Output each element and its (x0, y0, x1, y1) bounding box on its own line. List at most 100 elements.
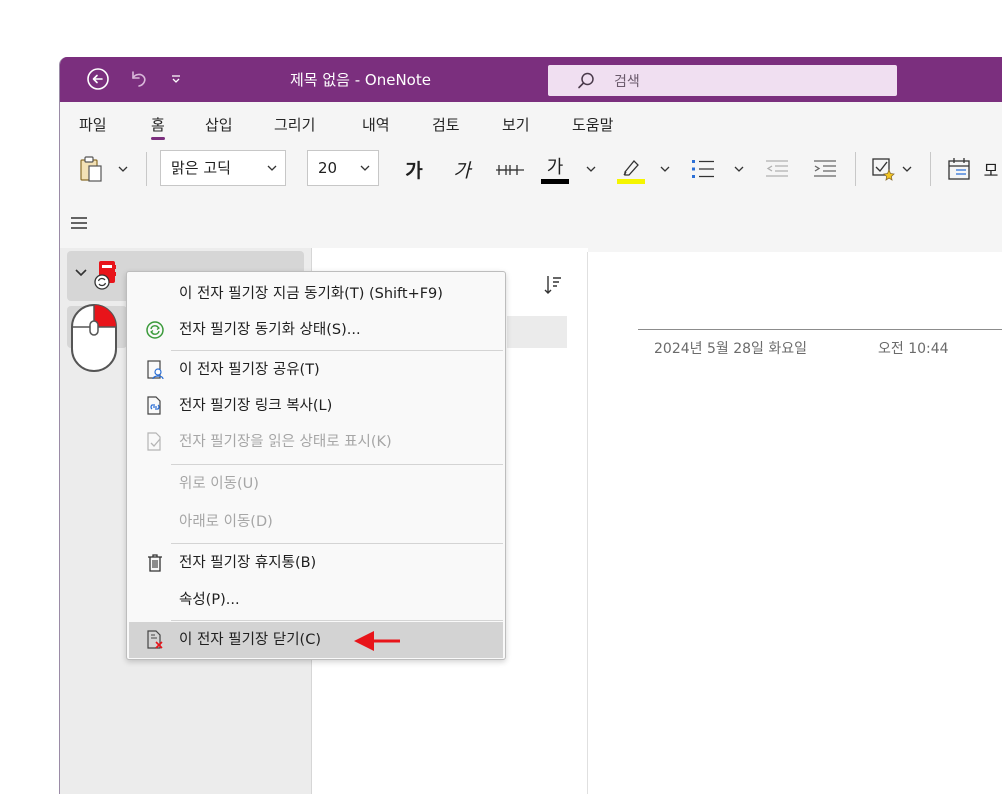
menu-item-sync-status[interactable]: 전자 필기장 동기화 상태(S)... (129, 312, 503, 348)
nav-toggle-button[interactable] (68, 214, 90, 232)
clipboard-icon (80, 156, 102, 182)
paste-button[interactable] (77, 154, 105, 184)
chevron-down-icon (902, 166, 912, 172)
font-name-combo[interactable]: 맑은 고딕 (160, 150, 286, 186)
menu-item-label: 이 전자 필기장 닫기(C) (179, 632, 321, 648)
chevron-down-icon (172, 75, 180, 83)
highlight-button[interactable] (616, 152, 646, 188)
page-title-underline (638, 329, 1002, 330)
share-icon (147, 360, 164, 380)
tab-insert[interactable]: 삽입 (205, 114, 233, 135)
increase-indent-button[interactable] (810, 154, 840, 184)
ribbon-divider (855, 152, 856, 186)
menu-item-label: 위로 이동(U) (179, 476, 259, 492)
navigation-row (60, 198, 1002, 248)
tab-help[interactable]: 도움말 (572, 114, 613, 135)
tab-view[interactable]: 보기 (502, 114, 530, 135)
tab-home[interactable]: 홈 (151, 114, 165, 140)
copy-link-icon (147, 396, 161, 415)
bullets-button[interactable] (688, 154, 718, 184)
red-arrow-annotation (354, 631, 400, 651)
close-notebook-icon (147, 630, 163, 649)
menu-item-recycle-bin[interactable]: 전자 필기장 휴지통(B) (129, 545, 503, 581)
chevron-down-icon (586, 166, 596, 172)
italic-button[interactable]: 가 (448, 154, 476, 184)
menu-item-label: 속성(P)... (179, 592, 240, 608)
decrease-indent-icon (766, 160, 788, 177)
chevron-down-icon (360, 151, 370, 200)
sync-status-icon (146, 321, 164, 339)
font-color-swatch (541, 178, 569, 184)
strikethrough-icon (496, 165, 524, 175)
mouse-right-click-icon (71, 304, 117, 372)
tag-button[interactable] (868, 154, 898, 184)
menu-item-move-up[interactable]: 위로 이동(U) (129, 466, 503, 502)
mark-read-icon (147, 432, 161, 451)
menu-item-close-notebook[interactable]: 이 전자 필기장 닫기(C) (129, 622, 503, 658)
ribbon-tabs: 파일 홈 삽입 그리기 내역 검토 보기 도움말 (60, 102, 1002, 142)
bulleted-list-icon (692, 160, 714, 178)
paste-dropdown[interactable] (116, 160, 130, 178)
notebook-context-menu: 이 전자 필기장 지금 동기화(T) (Shift+F9) 전자 필기장 동기화… (126, 271, 506, 660)
highlighter-icon (623, 159, 639, 176)
font-color-button[interactable]: 가 (540, 152, 570, 188)
tab-review[interactable]: 검토 (432, 114, 460, 135)
title-bar: 제목 없음 - OneNote 검색 (60, 57, 1002, 102)
increase-indent-icon (814, 160, 836, 177)
ribbon-divider (930, 152, 931, 186)
chevron-down-icon (734, 166, 744, 172)
tab-file[interactable]: 파일 (79, 114, 107, 135)
font-size-combo[interactable]: 20 (307, 150, 379, 186)
home-ribbon: 맑은 고딕 20 가 가 가 모 (60, 142, 1002, 198)
font-color-dropdown[interactable] (584, 160, 598, 178)
bullets-dropdown[interactable] (732, 160, 746, 178)
window-title: 제목 없음 - OneNote (290, 71, 431, 89)
ribbon-divider (146, 152, 147, 186)
menu-item-label: 전자 필기장 휴지통(B) (179, 555, 317, 571)
menu-item-label: 전자 필기장 링크 복사(L) (179, 398, 333, 414)
menu-item-sync-now[interactable]: 이 전자 필기장 지금 동기화(T) (Shift+F9) (129, 276, 503, 312)
highlight-dropdown[interactable] (658, 160, 672, 178)
menu-item-mark-read[interactable]: 전자 필기장을 읽은 상태로 표시(K) (129, 424, 503, 460)
hamburger-icon (71, 217, 87, 229)
trash-icon (148, 554, 162, 572)
sort-icon[interactable] (543, 274, 563, 296)
chevron-down-icon (267, 151, 277, 200)
back-button[interactable] (84, 65, 112, 93)
undo-button[interactable] (124, 65, 152, 93)
back-arrow-icon (87, 68, 109, 90)
menu-item-label: 이 전자 필기장 지금 동기화(T) (Shift+F9) (179, 286, 443, 302)
calendar-icon (948, 158, 970, 180)
menu-item-share[interactable]: 이 전자 필기장 공유(T) (129, 352, 503, 388)
tag-dropdown[interactable] (900, 160, 914, 178)
quick-access-customize-button[interactable] (162, 65, 190, 93)
page-canvas[interactable]: 2024년 5월 28일 화요일 오전 10:44 (587, 252, 1002, 794)
meeting-details-label: 모 (983, 161, 999, 180)
menu-item-move-down[interactable]: 아래로 이동(D) (129, 504, 503, 540)
font-color-label: 가 (546, 156, 564, 178)
tab-history[interactable]: 내역 (362, 114, 390, 135)
menu-item-properties[interactable]: 속성(P)... (129, 582, 503, 618)
todo-tag-icon (872, 158, 895, 181)
chevron-down-icon (660, 166, 670, 172)
menu-separator (171, 543, 503, 544)
search-box[interactable]: 검색 (548, 65, 897, 96)
notebook-sync-icon (94, 261, 116, 290)
highlight-swatch (617, 178, 645, 184)
menu-item-copy-link[interactable]: 전자 필기장 링크 복사(L) (129, 388, 503, 424)
page-time: 오전 10:44 (878, 341, 949, 357)
menu-separator (171, 350, 503, 351)
bold-button[interactable]: 가 (400, 154, 428, 184)
undo-icon (132, 71, 146, 87)
font-name-value: 맑은 고딕 (171, 159, 231, 177)
menu-item-label: 전자 필기장을 읽은 상태로 표시(K) (179, 434, 392, 450)
strikethrough-button[interactable] (494, 154, 526, 184)
selected-page-item[interactable] (507, 316, 567, 348)
menu-item-label: 이 전자 필기장 공유(T) (179, 362, 320, 378)
meeting-details-button[interactable] (944, 154, 974, 184)
search-placeholder: 검색 (614, 74, 640, 90)
menu-separator (171, 620, 503, 621)
menu-item-label: 전자 필기장 동기화 상태(S)... (179, 322, 361, 338)
decrease-indent-button[interactable] (762, 154, 792, 184)
tab-draw[interactable]: 그리기 (274, 114, 315, 135)
